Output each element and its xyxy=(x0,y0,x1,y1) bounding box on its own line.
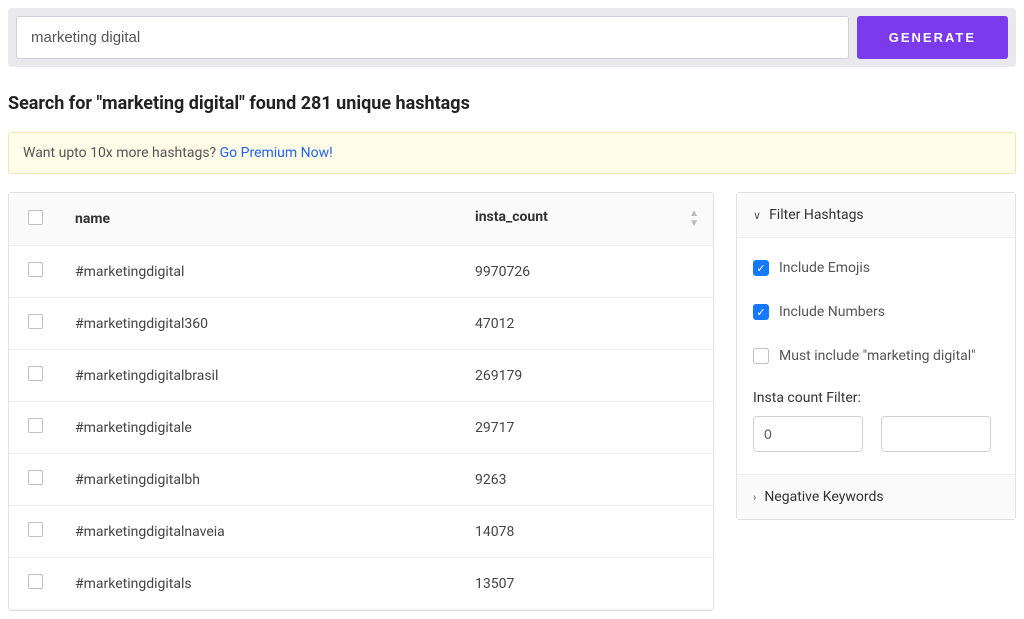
include-emojis-label: Include Emojis xyxy=(779,260,870,276)
table-row: #marketingdigitale 29717 xyxy=(9,402,713,454)
sort-icon[interactable]: ▲▼ xyxy=(689,209,699,229)
search-input[interactable] xyxy=(16,16,849,59)
table-row: #marketingdigitalnaveia 14078 xyxy=(9,506,713,558)
row-checkbox[interactable] xyxy=(28,574,43,589)
chevron-down-icon: ∨ xyxy=(753,209,761,222)
include-numbers-checkbox[interactable]: ✓ xyxy=(753,304,769,320)
hashtag-count: 14078 xyxy=(461,506,713,558)
generate-button[interactable]: GENERATE xyxy=(857,16,1008,59)
premium-text: Want upto 10x more hashtags? xyxy=(23,145,220,161)
table-row: #marketingdigitalbh 9263 xyxy=(9,454,713,506)
hashtag-count: 13507 xyxy=(461,558,713,610)
filter-sidebar: ∨ Filter Hashtags ✓ Include Emojis ✓ Inc… xyxy=(736,192,1016,520)
row-checkbox[interactable] xyxy=(28,314,43,329)
hashtag-count: 47012 xyxy=(461,298,713,350)
results-heading: Search for "marketing digital" found 281… xyxy=(8,93,1016,114)
row-checkbox[interactable] xyxy=(28,418,43,433)
column-header-count[interactable]: insta_count▲▼ xyxy=(461,193,713,246)
table-row: #marketingdigital 9970726 xyxy=(9,246,713,298)
row-checkbox[interactable] xyxy=(28,262,43,277)
hashtag-name: #marketingdigitale xyxy=(61,402,461,454)
premium-link[interactable]: Go Premium Now! xyxy=(220,145,333,161)
table-row: #marketingdigitals 13507 xyxy=(9,558,713,610)
hashtag-count: 29717 xyxy=(461,402,713,454)
hashtag-table: name insta_count▲▼ #marketingdigital 997… xyxy=(8,192,714,611)
column-header-name[interactable]: name xyxy=(61,193,461,246)
hashtag-name: #marketingdigital xyxy=(61,246,461,298)
must-include-label: Must include "marketing digital" xyxy=(779,348,976,364)
table-row: #marketingdigitalbrasil 269179 xyxy=(9,350,713,402)
hashtag-name: #marketingdigital360 xyxy=(61,298,461,350)
include-emojis-checkbox[interactable]: ✓ xyxy=(753,260,769,276)
hashtag-count: 269179 xyxy=(461,350,713,402)
hashtag-name: #marketingdigitals xyxy=(61,558,461,610)
chevron-right-icon: › xyxy=(753,491,756,504)
row-checkbox[interactable] xyxy=(28,470,43,485)
hashtag-name: #marketingdigitalnaveia xyxy=(61,506,461,558)
hashtag-name: #marketingdigitalbrasil xyxy=(61,350,461,402)
row-checkbox[interactable] xyxy=(28,366,43,381)
negative-keywords-header[interactable]: › Negative Keywords xyxy=(737,474,1015,519)
insta-min-input[interactable] xyxy=(753,416,863,452)
insta-count-label: Insta count Filter: xyxy=(753,390,999,406)
row-checkbox[interactable] xyxy=(28,522,43,537)
filter-hashtags-header[interactable]: ∨ Filter Hashtags xyxy=(737,193,1015,238)
select-all-checkbox[interactable] xyxy=(28,210,43,225)
insta-max-input[interactable] xyxy=(881,416,991,452)
must-include-checkbox[interactable] xyxy=(753,348,769,364)
hashtag-count: 9263 xyxy=(461,454,713,506)
hashtag-count: 9970726 xyxy=(461,246,713,298)
negative-keywords-title: Negative Keywords xyxy=(764,489,883,505)
filter-title: Filter Hashtags xyxy=(769,207,864,223)
search-bar: GENERATE xyxy=(8,8,1016,67)
include-numbers-label: Include Numbers xyxy=(779,304,885,320)
premium-banner: Want upto 10x more hashtags? Go Premium … xyxy=(8,132,1016,174)
table-row: #marketingdigital360 47012 xyxy=(9,298,713,350)
hashtag-name: #marketingdigitalbh xyxy=(61,454,461,506)
